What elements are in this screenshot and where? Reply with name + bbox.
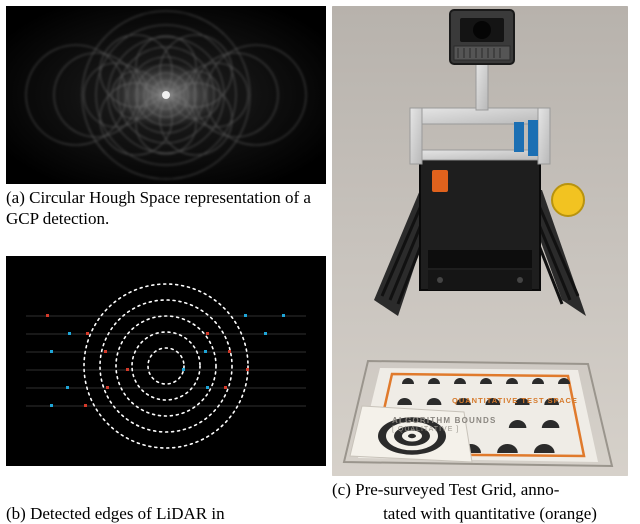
test-grid — [344, 361, 612, 466]
hough-space-icon — [6, 6, 326, 184]
lidar-edges-icon — [6, 256, 326, 466]
fig-a-image — [6, 6, 326, 184]
fig-c-caption-line2: tated with quantitative (orange) — [383, 504, 597, 523]
bottom-captions: (b) Detected edges of LiDAR in tated wit… — [0, 503, 640, 524]
right-column: QUANTITATIVE TEST SPACE ALGORITHM BOUNDS… — [332, 6, 634, 518]
fig-c-caption: (c) Pre-surveyed Test Grid, anno- — [332, 479, 634, 500]
figure-grid: (a) Circular Hough Space representation … — [0, 0, 640, 518]
left-column: (a) Circular Hough Space representation … — [6, 6, 326, 518]
fig-a-caption: (a) Circular Hough Space representation … — [6, 187, 326, 230]
robot-photo-icon — [332, 6, 628, 476]
quant-label: QUANTITATIVE TEST SPACE — [452, 396, 578, 405]
fig-b-caption: (b) Detected edges of LiDAR in — [6, 504, 225, 523]
qual-sub: [ QUALITATIVE ] — [392, 426, 459, 433]
fig-c-image: QUANTITATIVE TEST SPACE ALGORITHM BOUNDS… — [332, 6, 628, 476]
fig-b-image — [6, 256, 326, 466]
qual-title: ALGORITHM BOUNDS — [392, 416, 497, 425]
